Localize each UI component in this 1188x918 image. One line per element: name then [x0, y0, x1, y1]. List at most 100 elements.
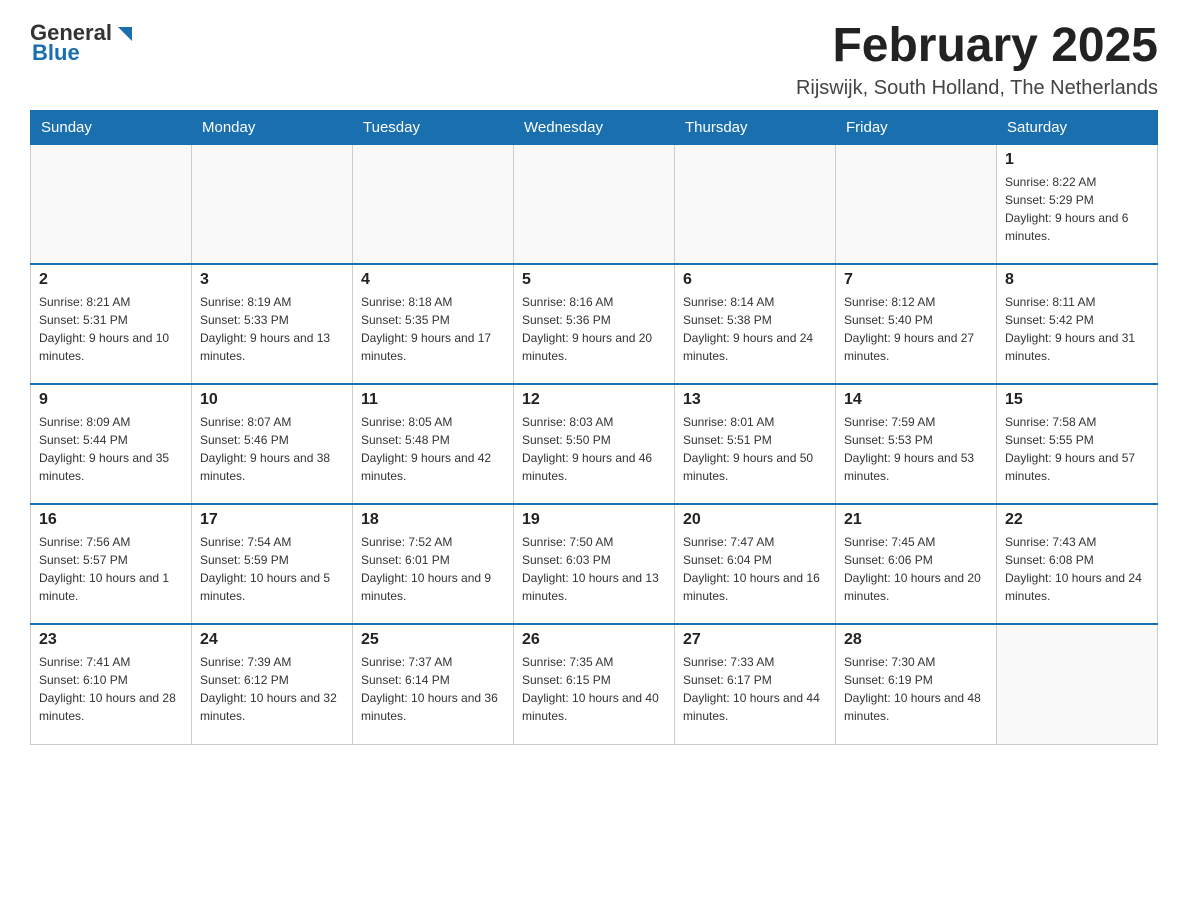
- day-info: Sunrise: 8:14 AMSunset: 5:38 PMDaylight:…: [683, 293, 827, 365]
- day-info: Sunrise: 7:43 AMSunset: 6:08 PMDaylight:…: [1005, 533, 1149, 605]
- calendar-cell: 15 Sunrise: 7:58 AMSunset: 5:55 PMDayligh…: [997, 384, 1158, 504]
- day-info: Sunrise: 7:56 AMSunset: 5:57 PMDaylight:…: [39, 533, 183, 605]
- calendar-cell: 17 Sunrise: 7:54 AMSunset: 5:59 PMDayligh…: [192, 504, 353, 624]
- calendar-cell: [675, 144, 836, 264]
- day-info: Sunrise: 7:33 AMSunset: 6:17 PMDaylight:…: [683, 653, 827, 725]
- calendar-cell: [997, 624, 1158, 744]
- day-info: Sunrise: 7:59 AMSunset: 5:53 PMDaylight:…: [844, 413, 988, 485]
- day-number: 3: [200, 271, 344, 289]
- calendar-cell: 11 Sunrise: 8:05 AMSunset: 5:48 PMDayligh…: [353, 384, 514, 504]
- day-number: 10: [200, 391, 344, 409]
- day-number: 22: [1005, 511, 1149, 529]
- calendar-cell: 9 Sunrise: 8:09 AMSunset: 5:44 PMDaylight…: [31, 384, 192, 504]
- calendar-cell: [836, 144, 997, 264]
- page-header: General Blue February 2025 Rijswijk, Sou…: [30, 20, 1158, 100]
- subtitle: Rijswijk, South Holland, The Netherlands: [796, 77, 1158, 100]
- day-info: Sunrise: 7:58 AMSunset: 5:55 PMDaylight:…: [1005, 413, 1149, 485]
- calendar-cell: 3 Sunrise: 8:19 AMSunset: 5:33 PMDaylight…: [192, 264, 353, 384]
- day-number: 1: [1005, 151, 1149, 169]
- day-info: Sunrise: 7:30 AMSunset: 6:19 PMDaylight:…: [844, 653, 988, 725]
- day-info: Sunrise: 8:09 AMSunset: 5:44 PMDaylight:…: [39, 413, 183, 485]
- calendar-cell: 23 Sunrise: 7:41 AMSunset: 6:10 PMDayligh…: [31, 624, 192, 744]
- header-tuesday: Tuesday: [353, 110, 514, 144]
- day-number: 8: [1005, 271, 1149, 289]
- calendar-cell: 22 Sunrise: 7:43 AMSunset: 6:08 PMDayligh…: [997, 504, 1158, 624]
- calendar-cell: [31, 144, 192, 264]
- calendar-cell: 18 Sunrise: 7:52 AMSunset: 6:01 PMDayligh…: [353, 504, 514, 624]
- header-friday: Friday: [836, 110, 997, 144]
- calendar-cell: 2 Sunrise: 8:21 AMSunset: 5:31 PMDaylight…: [31, 264, 192, 384]
- logo-triangle-icon: [114, 23, 136, 45]
- day-info: Sunrise: 7:52 AMSunset: 6:01 PMDaylight:…: [361, 533, 505, 605]
- day-number: 5: [522, 271, 666, 289]
- day-info: Sunrise: 8:12 AMSunset: 5:40 PMDaylight:…: [844, 293, 988, 365]
- calendar-cell: 6 Sunrise: 8:14 AMSunset: 5:38 PMDaylight…: [675, 264, 836, 384]
- day-number: 25: [361, 631, 505, 649]
- day-number: 23: [39, 631, 183, 649]
- calendar-cell: 12Sunrise: 8:03 AMSunset: 5:50 PMDayligh…: [514, 384, 675, 504]
- calendar-body: 1 Sunrise: 8:22 AMSunset: 5:29 PMDaylight…: [31, 144, 1158, 744]
- day-number: 6: [683, 271, 827, 289]
- day-info: Sunrise: 8:16 AMSunset: 5:36 PMDaylight:…: [522, 293, 666, 365]
- calendar-cell: 5 Sunrise: 8:16 AMSunset: 5:36 PMDaylight…: [514, 264, 675, 384]
- day-info: Sunrise: 8:01 AMSunset: 5:51 PMDaylight:…: [683, 413, 827, 485]
- header-thursday: Thursday: [675, 110, 836, 144]
- logo: General Blue: [30, 20, 136, 66]
- day-number: 28: [844, 631, 988, 649]
- day-number: 15: [1005, 391, 1149, 409]
- day-info: Sunrise: 7:37 AMSunset: 6:14 PMDaylight:…: [361, 653, 505, 725]
- calendar-cell: [192, 144, 353, 264]
- day-number: 9: [39, 391, 183, 409]
- header-saturday: Saturday: [997, 110, 1158, 144]
- calendar-cell: 8 Sunrise: 8:11 AMSunset: 5:42 PMDaylight…: [997, 264, 1158, 384]
- logo-blue-text: Blue: [32, 40, 80, 66]
- calendar-cell: 13Sunrise: 8:01 AMSunset: 5:51 PMDayligh…: [675, 384, 836, 504]
- weekday-header-row: Sunday Monday Tuesday Wednesday Thursday…: [31, 110, 1158, 144]
- day-number: 27: [683, 631, 827, 649]
- calendar-cell: 26 Sunrise: 7:35 AMSunset: 6:15 PMDayligh…: [514, 624, 675, 744]
- calendar-cell: 20 Sunrise: 7:47 AMSunset: 6:04 PMDayligh…: [675, 504, 836, 624]
- calendar-week-row: 2 Sunrise: 8:21 AMSunset: 5:31 PMDaylight…: [31, 264, 1158, 384]
- day-number: 19: [522, 511, 666, 529]
- day-info: Sunrise: 8:05 AMSunset: 5:48 PMDaylight:…: [361, 413, 505, 485]
- day-info: Sunrise: 7:50 AMSunset: 6:03 PMDaylight:…: [522, 533, 666, 605]
- day-info: Sunrise: 8:18 AMSunset: 5:35 PMDaylight:…: [361, 293, 505, 365]
- calendar-cell: 21 Sunrise: 7:45 AMSunset: 6:06 PMDayligh…: [836, 504, 997, 624]
- day-number: 17: [200, 511, 344, 529]
- day-info: Sunrise: 7:41 AMSunset: 6:10 PMDaylight:…: [39, 653, 183, 725]
- calendar-week-row: 23 Sunrise: 7:41 AMSunset: 6:10 PMDayligh…: [31, 624, 1158, 744]
- day-info: Sunrise: 8:21 AMSunset: 5:31 PMDaylight:…: [39, 293, 183, 365]
- day-number: 18: [361, 511, 505, 529]
- day-number: 24: [200, 631, 344, 649]
- calendar-cell: 28 Sunrise: 7:30 AMSunset: 6:19 PMDayligh…: [836, 624, 997, 744]
- day-number: 4: [361, 271, 505, 289]
- day-number: 21: [844, 511, 988, 529]
- day-info: Sunrise: 7:35 AMSunset: 6:15 PMDaylight:…: [522, 653, 666, 725]
- day-info: Sunrise: 7:45 AMSunset: 6:06 PMDaylight:…: [844, 533, 988, 605]
- day-number: 16: [39, 511, 183, 529]
- calendar-header: Sunday Monday Tuesday Wednesday Thursday…: [31, 110, 1158, 144]
- calendar-cell: 19 Sunrise: 7:50 AMSunset: 6:03 PMDayligh…: [514, 504, 675, 624]
- day-info: Sunrise: 8:11 AMSunset: 5:42 PMDaylight:…: [1005, 293, 1149, 365]
- calendar-table: Sunday Monday Tuesday Wednesday Thursday…: [30, 110, 1158, 745]
- day-info: Sunrise: 8:22 AMSunset: 5:29 PMDaylight:…: [1005, 173, 1149, 245]
- day-number: 14: [844, 391, 988, 409]
- day-number: 11: [361, 391, 505, 409]
- day-info: Sunrise: 7:54 AMSunset: 5:59 PMDaylight:…: [200, 533, 344, 605]
- calendar-cell: 10Sunrise: 8:07 AMSunset: 5:46 PMDayligh…: [192, 384, 353, 504]
- calendar-cell: 16 Sunrise: 7:56 AMSunset: 5:57 PMDayligh…: [31, 504, 192, 624]
- day-number: 7: [844, 271, 988, 289]
- title-section: February 2025 Rijswijk, South Holland, T…: [796, 20, 1158, 100]
- calendar-cell: [514, 144, 675, 264]
- day-info: Sunrise: 7:47 AMSunset: 6:04 PMDaylight:…: [683, 533, 827, 605]
- day-number: 20: [683, 511, 827, 529]
- day-number: 26: [522, 631, 666, 649]
- calendar-cell: 1 Sunrise: 8:22 AMSunset: 5:29 PMDaylight…: [997, 144, 1158, 264]
- day-number: 12: [522, 391, 666, 409]
- calendar-cell: 24Sunrise: 7:39 AMSunset: 6:12 PMDayligh…: [192, 624, 353, 744]
- day-info: Sunrise: 8:19 AMSunset: 5:33 PMDaylight:…: [200, 293, 344, 365]
- day-number: 2: [39, 271, 183, 289]
- main-title: February 2025: [796, 20, 1158, 73]
- calendar-week-row: 16 Sunrise: 7:56 AMSunset: 5:57 PMDayligh…: [31, 504, 1158, 624]
- calendar-week-row: 9 Sunrise: 8:09 AMSunset: 5:44 PMDaylight…: [31, 384, 1158, 504]
